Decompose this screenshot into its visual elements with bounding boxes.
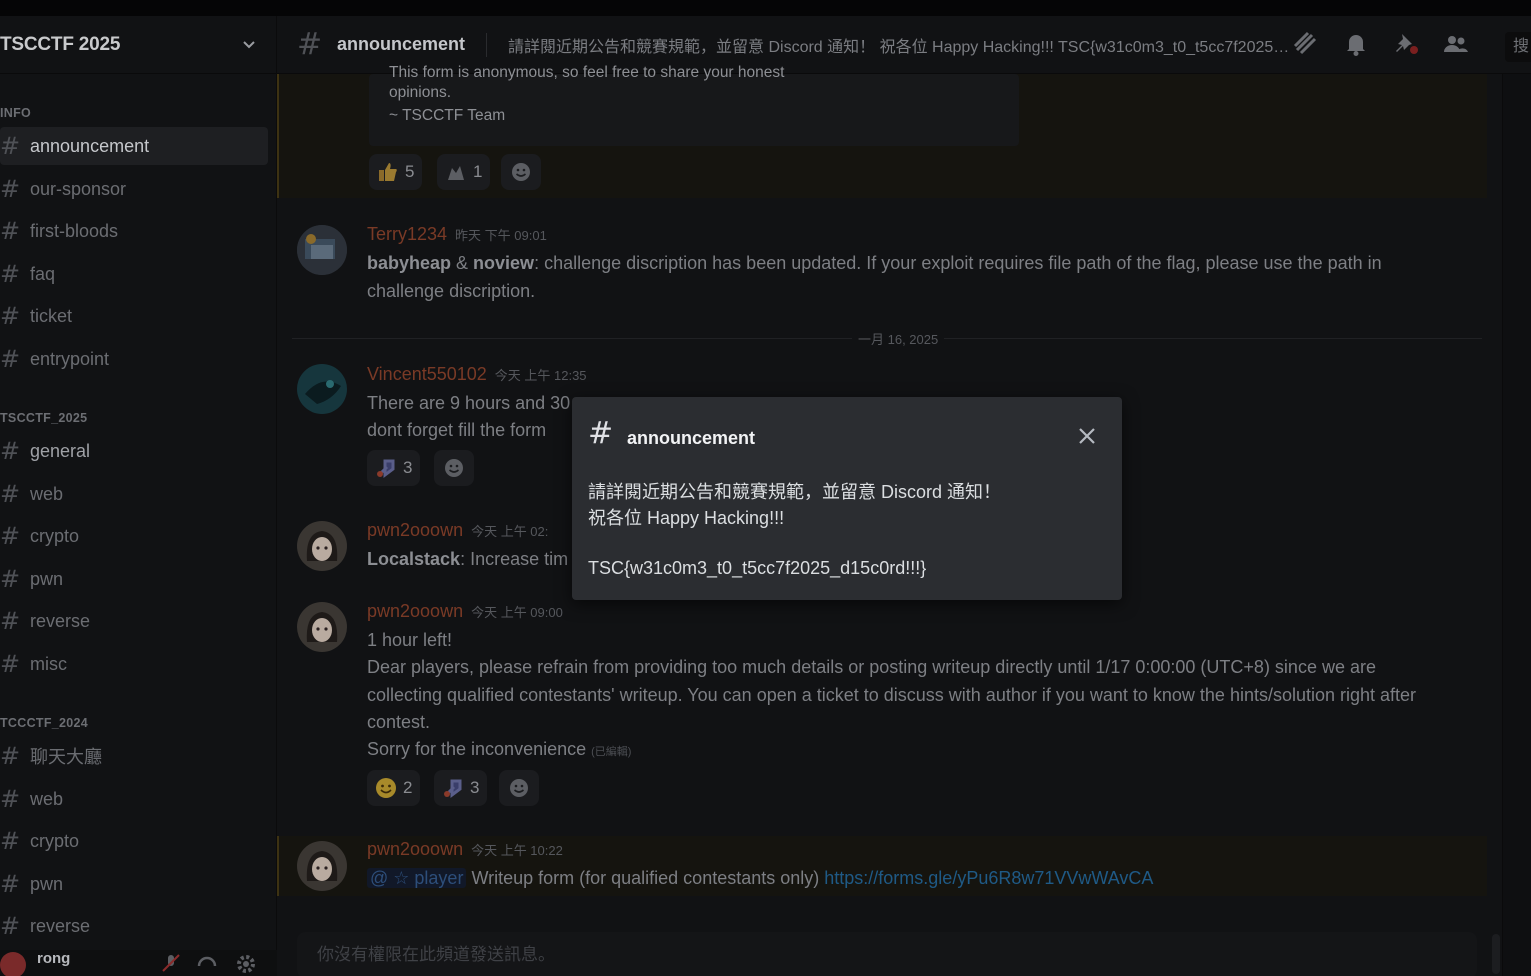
- close-icon[interactable]: [1075, 424, 1099, 448]
- discord-app: TSCCTF 2025 INFO # announcement # our-spon…: [0, 0, 1531, 976]
- topic-modal: # announcement 請詳閱近期公告和競賽規範，並留意 Discord …: [572, 397, 1122, 600]
- modal-body: 請詳閱近期公告和競賽規範，並留意 Discord 通知！ 祝各位 Happy H…: [588, 479, 1098, 581]
- modal-line: 請詳閱近期公告和競賽規範，並留意 Discord 通知！: [588, 482, 1002, 502]
- modal-title: announcement: [627, 428, 756, 448]
- flag-text: TSC{w31c0m3_t0_t5cc7f2025_d15c0rd!!!}: [588, 558, 927, 578]
- hash-icon: #: [588, 416, 614, 451]
- modal-line: 祝各位 Happy Hacking!!!: [588, 508, 785, 528]
